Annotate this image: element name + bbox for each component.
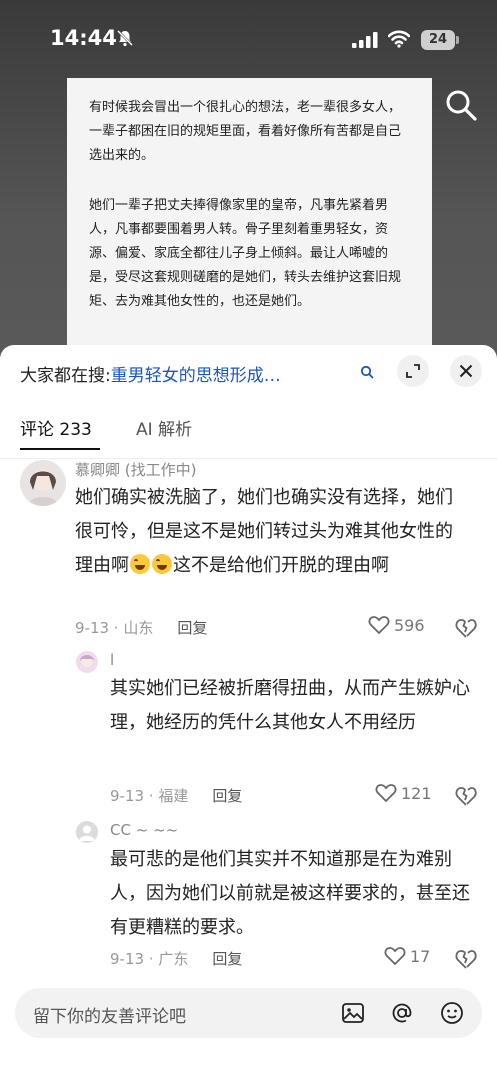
comment-text-part: 这不是给他们开脱的理由啊 xyxy=(173,555,389,576)
dislike-icon[interactable] xyxy=(455,948,477,970)
trending-search-query[interactable]: 重男轻女的思想形成… xyxy=(111,366,281,386)
reply-button[interactable]: 回复 xyxy=(212,950,242,968)
trending-search-label: 大家都在搜: xyxy=(20,366,111,386)
comment-text: 其实她们已经被折磨得扭曲，从而产生嫉妒心理，她经历的凭什么其他女人不用经历 xyxy=(110,678,470,733)
tab-comments[interactable]: 评论 233 xyxy=(20,415,92,440)
close-icon xyxy=(459,364,473,378)
wifi-icon xyxy=(388,30,410,48)
emoji-icon[interactable] xyxy=(440,1001,464,1025)
like-button[interactable]: 17 xyxy=(384,946,430,966)
laughing-crying-emoji xyxy=(152,554,172,574)
comment-date-location: 9-13 · 山东 xyxy=(75,619,154,637)
like-button[interactable]: 121 xyxy=(375,783,432,803)
comment-username[interactable]: 慕卿卿 (找工作中) xyxy=(75,459,196,480)
signal-icon xyxy=(352,32,378,48)
search-icon[interactable] xyxy=(444,88,478,122)
tab-bar: 评论 233 AI 解析 xyxy=(20,415,480,455)
trending-search[interactable]: 大家都在搜:重男轻女的思想形成… xyxy=(20,361,360,391)
like-count: 17 xyxy=(410,946,431,966)
dislike-icon[interactable] xyxy=(455,785,477,807)
expand-button[interactable] xyxy=(397,355,429,387)
avatar[interactable] xyxy=(20,460,66,506)
comment-input-bar: 留下你的友善评论吧 xyxy=(0,975,497,1080)
reply-button[interactable]: 回复 xyxy=(177,619,207,637)
expand-icon xyxy=(406,364,420,378)
comment-meta: 9-13 · 福建 回复 xyxy=(110,785,242,806)
comment-username[interactable]: CC ~ ~~ xyxy=(110,821,178,839)
battery-tip xyxy=(456,36,459,44)
comment-text: 最可悲的是他们其实并不知道那是在为难别人，因为她们以前就是被这样要求的，甚至还有… xyxy=(110,849,470,938)
comment-reply: l 其实她们已经被折磨得扭曲，从而产生嫉妒心理，她经历的凭什么其他女人不用经历 … xyxy=(0,650,497,810)
tab-ai-analysis[interactable]: AI 解析 xyxy=(136,415,192,440)
comment-date-location: 9-13 · 福建 xyxy=(110,787,189,805)
laughing-crying-emoji xyxy=(130,554,150,574)
active-tab-indicator xyxy=(20,448,100,450)
like-button[interactable]: 596 xyxy=(368,615,425,635)
status-bar: 14:44 24 xyxy=(0,0,497,80)
avatar[interactable] xyxy=(76,821,98,843)
comment-reply: CC ~ ~~ 最可悲的是他们其实并不知道那是在为难别人，因为她们以前就是被这样… xyxy=(0,819,497,974)
reply-button[interactable]: 回复 xyxy=(212,787,242,805)
article-preview: 有时候我会冒出一个很扎心的想法，老一辈很多女人，一辈子都困在旧的规矩里面，看着好… xyxy=(67,78,432,363)
comment-meta: 9-13 · 广东 回复 xyxy=(110,948,242,969)
comment-text: 她们确实被洗脑了，她们也确实没有选择，她们很可怜，但是这不是她们转过头为难其他女… xyxy=(75,481,470,583)
heart-icon xyxy=(375,784,397,803)
image-icon[interactable] xyxy=(341,1001,365,1025)
search-icon[interactable] xyxy=(360,365,374,379)
battery-indicator: 24 xyxy=(421,30,455,50)
like-count: 596 xyxy=(394,615,425,635)
comment-date-location: 9-13 · 广东 xyxy=(110,950,189,968)
like-count: 121 xyxy=(401,783,432,803)
status-time: 14:44 xyxy=(50,26,117,50)
comments-sheet: 大家都在搜:重男轻女的思想形成… 评论 233 AI 解析 慕卿卿 (找工作中)… xyxy=(0,345,497,1080)
bell-off-icon xyxy=(117,30,133,47)
heart-icon xyxy=(368,616,390,635)
dislike-icon[interactable] xyxy=(455,617,477,639)
comment-username[interactable]: l xyxy=(110,651,114,669)
comment: 慕卿卿 (找工作中) 她们确实被洗脑了，她们也确实没有选择，她们很可怜，但是这不… xyxy=(0,457,497,642)
avatar[interactable] xyxy=(76,651,98,673)
close-button[interactable] xyxy=(450,355,482,387)
article-paragraph: 有时候我会冒出一个很扎心的想法，老一辈很多女人，一辈子都困在旧的规矩里面，看着好… xyxy=(89,100,402,163)
comment-input-placeholder: 留下你的友善评论吧 xyxy=(33,1007,186,1027)
comment-meta: 9-13 · 山东 回复 xyxy=(75,617,207,638)
comment-input[interactable]: 留下你的友善评论吧 xyxy=(15,988,482,1038)
mention-icon[interactable] xyxy=(390,1001,414,1025)
article-paragraph: 她们一辈子把丈夫捧得像家里的皇帝，凡事先紧着男人，凡事都要围着男人转。骨子里刻着… xyxy=(89,198,402,309)
heart-icon xyxy=(384,947,406,966)
